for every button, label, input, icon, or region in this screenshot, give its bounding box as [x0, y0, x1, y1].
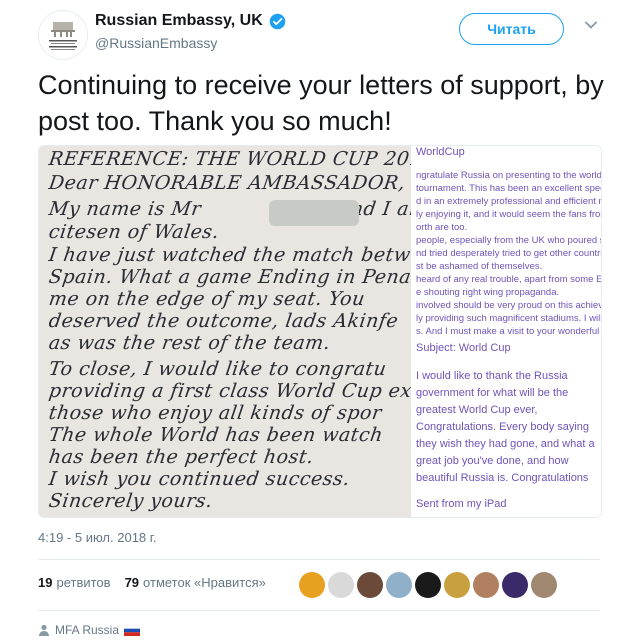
- letter-line: To close, I would like to congratu: [47, 358, 389, 380]
- email-subject: Subject: World Cup: [416, 342, 511, 354]
- retweets-count: 19: [38, 575, 53, 590]
- liker-avatar[interactable]: [299, 572, 325, 598]
- email-line: s. And I must make a visit to your wonde…: [416, 326, 601, 337]
- email-line: st be ashamed of themselves.: [416, 261, 543, 272]
- email-sent-from: Sent from my iPad: [416, 498, 507, 510]
- liker-avatar[interactable]: [328, 572, 354, 598]
- email-body-line: Congratulations. Every body saying: [416, 421, 590, 433]
- email-line: people, especially from the UK who poure…: [416, 235, 601, 246]
- tweet-media[interactable]: REFERENCE: THE WORLD CUP 2018. Dear HONO…: [38, 145, 602, 518]
- likes-label: отметок «Нравится»: [143, 575, 266, 590]
- person-icon: [39, 624, 49, 636]
- letter-line: me on the edge of my seat. You: [47, 288, 367, 310]
- email-line: ngratulate Russia on presenting to the w…: [416, 170, 601, 181]
- letter-line: The whole World has been watch: [47, 424, 385, 446]
- email-line: tournament. This has been an excellent s…: [416, 183, 601, 194]
- liker-avatar[interactable]: [415, 572, 441, 598]
- liker-avatar[interactable]: [473, 572, 499, 598]
- email-line: ly enjoying it, and it would seem the fa…: [416, 209, 601, 220]
- letter-line: has been the perfect host.: [47, 446, 316, 468]
- letter-line: I wish you continued success.: [47, 468, 352, 490]
- retweets-label: ретвитов: [56, 575, 111, 590]
- handwritten-letter-image: REFERENCE: THE WORLD CUP 2018. Dear HONO…: [39, 146, 411, 517]
- liker-avatar[interactable]: [444, 572, 470, 598]
- letter-line: REFERENCE: THE WORLD CUP 2018.: [47, 148, 411, 170]
- account-handle[interactable]: @RussianEmbassy: [95, 35, 217, 51]
- retweets-stat[interactable]: 19 ретвитов: [38, 575, 111, 590]
- letter-line: Sincerely yours.: [47, 490, 215, 512]
- email-line: e shouting right wing propaganda.: [416, 287, 560, 298]
- email-line: nd tried desperately tried to get other …: [416, 248, 601, 259]
- letter-line: providing a first class World Cup ex: [47, 380, 411, 402]
- tweet-text: Continuing to receive your letters of su…: [38, 70, 604, 136]
- email-line: involved should be very proud on this ac…: [416, 300, 601, 311]
- footer-label[interactable]: MFA Russia: [55, 623, 119, 637]
- follow-button[interactable]: Читать: [459, 13, 564, 45]
- email-line: heard of any real trouble, apart from so…: [416, 274, 601, 285]
- liker-avatar[interactable]: [531, 572, 557, 598]
- email-body-line: I would like to thank the Russia: [416, 370, 568, 382]
- letter-line: those who enjoy all kinds of spor: [47, 402, 384, 424]
- letter-line: Spain. What a game Ending in Pena: [47, 266, 411, 288]
- account-name[interactable]: Russian Embassy, UK: [95, 12, 286, 30]
- liker-avatar[interactable]: [357, 572, 383, 598]
- email-subject-top: WorldCup: [416, 146, 465, 158]
- redaction-strip: [269, 200, 359, 226]
- email-line: ly providing such magnificent stadiums. …: [416, 313, 601, 324]
- email-screenshot-image: WorldCup ngratulate Russia on presenting…: [411, 146, 601, 517]
- liker-avatars: [299, 572, 557, 598]
- footer-context[interactable]: MFA Russia: [38, 623, 141, 637]
- letter-line: deserved the outcome, lads Akinfe: [47, 310, 400, 332]
- letter-line: Dear HONORABLE AMBASSADOR,: [47, 172, 407, 194]
- email-body-line: greatest World Cup ever,: [416, 404, 538, 416]
- letter-line: as was the rest of the team.: [47, 332, 332, 354]
- email-body-line: beautiful Russia is. Congratulations: [416, 472, 589, 484]
- likes-count: 79: [124, 575, 140, 590]
- liker-avatar[interactable]: [386, 572, 412, 598]
- letter-line: My name is Mr: [47, 198, 203, 220]
- divider: [38, 610, 600, 611]
- account-avatar[interactable]: [38, 10, 88, 60]
- russia-flag-icon: [124, 624, 141, 636]
- email-body-line: great job you've done, and how: [416, 455, 569, 467]
- email-body-line: government for what will be the: [416, 387, 569, 399]
- email-body-line: they wish they had gone, and what a: [416, 438, 595, 450]
- divider: [38, 559, 600, 560]
- letter-line: I have just watched the match betwe: [47, 244, 411, 266]
- verified-badge-icon: [269, 13, 286, 29]
- embassy-logo-icon: [39, 11, 87, 59]
- chevron-down-icon[interactable]: [584, 18, 598, 32]
- email-line: d in an extremely professional and effic…: [416, 196, 601, 207]
- tweet-stats: 19 ретвитов 79 отметок «Нравится»: [38, 575, 266, 590]
- email-line: orth are too.: [416, 222, 468, 233]
- account-name-text[interactable]: Russian Embassy, UK: [95, 12, 263, 30]
- tweet-timestamp[interactable]: 4:19 - 5 июл. 2018 г.: [38, 530, 157, 545]
- letter-line: citesen of Wales.: [47, 221, 221, 243]
- likes-stat[interactable]: 79 отметок «Нравится»: [125, 575, 266, 590]
- liker-avatar[interactable]: [502, 572, 528, 598]
